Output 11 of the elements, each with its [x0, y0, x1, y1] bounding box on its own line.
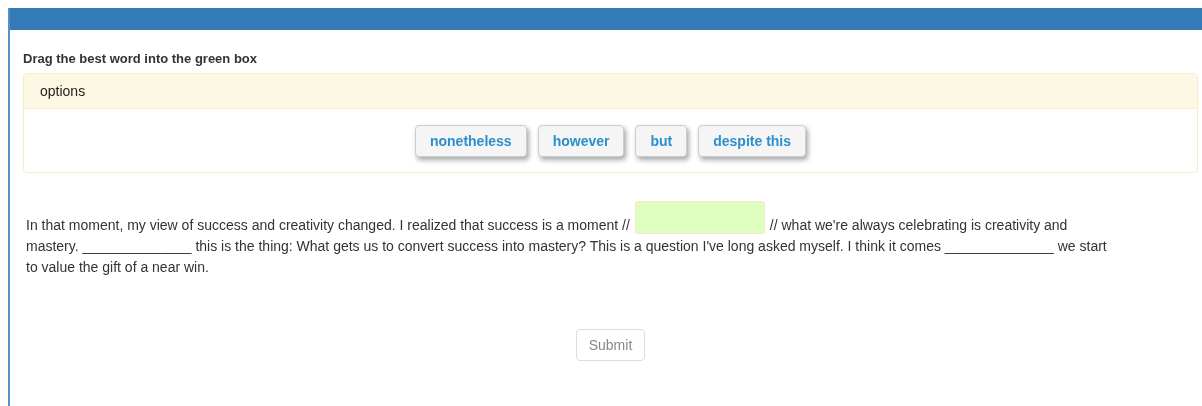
passage-text: // what we're always celebrating is creativity and [769, 216, 1068, 235]
passage-text: mastery. ______________ this is the thing: What gets us to convert success into mastery? This is a question I've long asked myself. I think it comes ______________ we start [26, 237, 1107, 256]
passage-text: to value the gift of a near win. [26, 258, 209, 277]
panel-heading: options [40, 83, 86, 99]
word-option[interactable]: however [537, 125, 625, 157]
word-option[interactable]: but [635, 125, 688, 157]
word-option[interactable]: despite this [698, 125, 807, 157]
drop-zone[interactable] [634, 201, 765, 234]
word-option[interactable]: nonetheless [414, 125, 527, 157]
passage-text: In that moment, my view of success and creativity changed. I realized that success is a moment // [26, 216, 630, 235]
instruction-text: Drag the best word into the green box [23, 51, 259, 66]
